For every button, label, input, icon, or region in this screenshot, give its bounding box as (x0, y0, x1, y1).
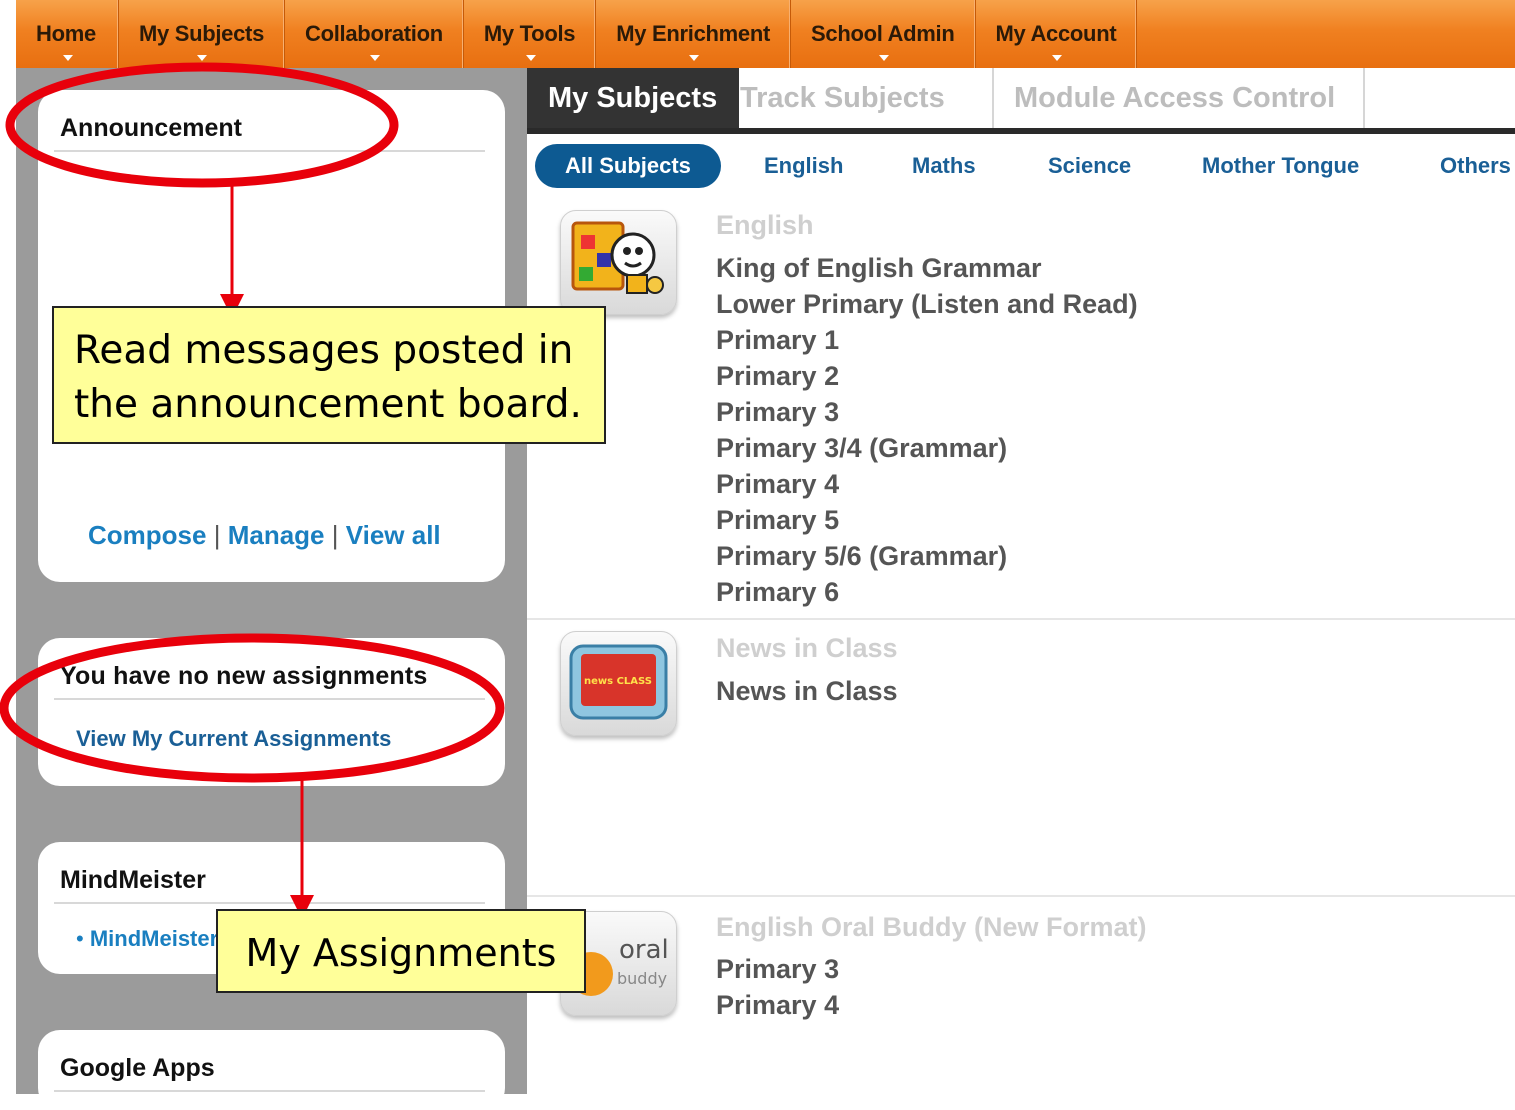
view-all-link[interactable]: View all (346, 520, 441, 550)
mindmeister-list-item: • MindMeister (76, 926, 218, 952)
subtab-mother-tongue[interactable]: Mother Tongue (1202, 144, 1359, 188)
tab-track-subjects[interactable]: Track Subjects (740, 68, 945, 128)
callout-line: Read messages posted in (74, 328, 574, 373)
link-separator: | (331, 520, 339, 550)
subject-item[interactable]: News in Class (716, 673, 898, 709)
callout-text: My Assignments (245, 931, 557, 975)
dropdown-caret-icon (369, 55, 380, 61)
subject-item[interactable]: Primary 6 (716, 574, 1138, 610)
tab-module-access-control[interactable]: Module Access Control (1014, 68, 1335, 128)
tab-divider (992, 68, 994, 128)
subtab-others[interactable]: Others (1440, 144, 1511, 188)
subject-title: News in Class (716, 633, 898, 663)
tab-bar: My Subjects Track Subjects Module Access… (527, 68, 1515, 134)
view-current-assignments-link[interactable]: View My Current Assignments (76, 726, 391, 752)
nav-school-admin[interactable]: School Admin (791, 0, 976, 68)
nav-my-tools-label: My Tools (483, 21, 576, 46)
divider (54, 1090, 485, 1092)
subject-item[interactable]: Primary 3 (716, 951, 839, 987)
subject-item[interactable]: Lower Primary (Listen and Read) (716, 286, 1138, 322)
subtab-english[interactable]: English (764, 144, 843, 188)
nav-my-account[interactable]: My Account (976, 0, 1138, 68)
subject-title: English (716, 210, 814, 240)
divider (54, 150, 485, 152)
divider (54, 902, 485, 904)
announcement-links: Compose | Manage | View all (88, 520, 441, 551)
nav-my-tools[interactable]: My Tools (464, 0, 597, 68)
divider (527, 895, 1515, 897)
subject-item[interactable]: Primary 2 (716, 358, 1138, 394)
nav-collaboration-label: Collaboration (305, 21, 443, 46)
subject-item[interactable]: Primary 5 (716, 502, 1138, 538)
dropdown-caret-icon (525, 55, 536, 61)
dropdown-caret-icon (878, 55, 889, 61)
google-apps-panel: Google Apps (38, 1030, 505, 1110)
subject-item[interactable]: Primary 3 (716, 394, 1138, 430)
subject-item-list: King of English Grammar Lower Primary (L… (716, 250, 1138, 610)
compose-link[interactable]: Compose (88, 520, 206, 550)
subject-item[interactable]: Primary 3/4 (Grammar) (716, 430, 1138, 466)
assignments-panel: You have no new assignments View My Curr… (38, 638, 505, 786)
dropdown-caret-icon (1051, 55, 1062, 61)
tv-icon: news CLASS (569, 644, 668, 720)
manage-link[interactable]: Manage (228, 520, 325, 550)
bullet-icon: • (76, 926, 84, 951)
link-separator: | (213, 520, 221, 550)
icon-text: oral (619, 935, 669, 965)
grammar-mascot-icon (571, 221, 664, 294)
subject-item-list: News in Class (716, 673, 898, 709)
nav-collaboration[interactable]: Collaboration (285, 0, 464, 68)
subtab-science[interactable]: Science (1048, 144, 1131, 188)
nav-my-enrichment-label: My Enrichment (616, 21, 771, 46)
google-apps-title: Google Apps (60, 1054, 215, 1082)
main-content: My Subjects Track Subjects Module Access… (527, 68, 1515, 1094)
subject-item-list: Primary 3 Primary 4 (716, 951, 839, 1023)
announcement-title: Announcement (60, 114, 242, 142)
tab-my-subjects[interactable]: My Subjects (527, 68, 739, 128)
nav-home-label: Home (36, 21, 96, 46)
subject-item[interactable]: Primary 4 (716, 466, 1138, 502)
mindmeister-link[interactable]: MindMeister (90, 926, 218, 951)
subject-filter-tabs: All Subjects English Maths Science Mothe… (527, 134, 1515, 200)
nav-home[interactable]: Home (16, 0, 119, 68)
callout-line: the announcement board. (74, 382, 582, 427)
assignments-status: You have no new assignments (60, 662, 428, 690)
nav-my-subjects-label: My Subjects (138, 21, 265, 46)
assignments-callout: My Assignments (216, 909, 586, 993)
icon-text: buddy (617, 969, 667, 988)
subject-item[interactable]: Primary 1 (716, 322, 1138, 358)
divider (54, 698, 485, 700)
subject-item[interactable]: King of English Grammar (716, 250, 1138, 286)
english-grammar-icon[interactable] (560, 210, 677, 315)
subject-title: English Oral Buddy (New Format) (716, 912, 1147, 942)
nav-my-enrichment[interactable]: My Enrichment (596, 0, 792, 68)
icon-text: news CLASS (584, 676, 652, 687)
dropdown-caret-icon (689, 55, 700, 61)
subject-item[interactable]: Primary 4 (716, 987, 839, 1023)
nav-my-account-label: My Account (995, 21, 1117, 46)
subtab-maths[interactable]: Maths (912, 144, 976, 188)
news-in-class-icon[interactable]: news CLASS (560, 631, 677, 736)
divider (527, 618, 1515, 620)
nav-school-admin-label: School Admin (811, 21, 955, 46)
subtab-all-subjects[interactable]: All Subjects (535, 144, 721, 188)
mindmeister-title: MindMeister (60, 866, 206, 894)
dropdown-caret-icon (62, 55, 73, 61)
nav-my-subjects[interactable]: My Subjects (119, 0, 286, 68)
top-navigation: Home My Subjects Collaboration My Tools … (16, 0, 1515, 68)
dropdown-caret-icon (197, 55, 208, 61)
tab-divider (1363, 68, 1365, 128)
subject-item[interactable]: Primary 5/6 (Grammar) (716, 538, 1138, 574)
announcement-callout: Read messages posted in the announcement… (52, 306, 606, 444)
